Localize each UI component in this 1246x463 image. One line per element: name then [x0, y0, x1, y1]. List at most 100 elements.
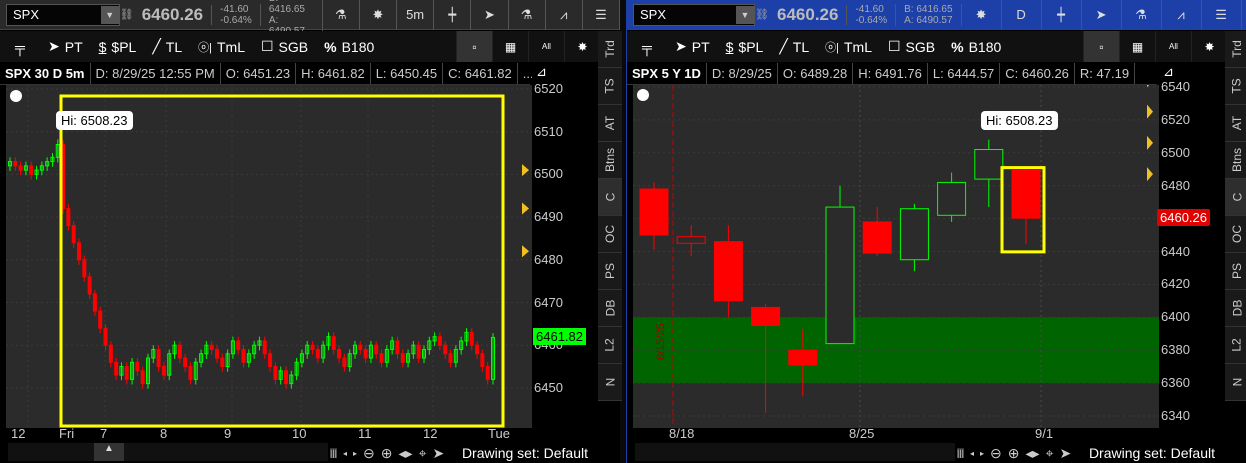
pt-button[interactable]: ➤ PT	[667, 38, 718, 55]
side-tab-oc[interactable]: OC	[598, 216, 622, 253]
percent-icon: %	[324, 38, 337, 55]
candle	[220, 357, 225, 368]
side-tab-db[interactable]: DB	[598, 290, 622, 327]
flask-button[interactable]: ⚗	[323, 0, 360, 30]
side-tab-btns[interactable]: Btns	[598, 142, 622, 179]
symbol-text: SPX	[13, 7, 40, 22]
drawings-button[interactable]: ⩘	[1162, 0, 1202, 30]
symbol-selector[interactable]: SPX ▼	[6, 3, 120, 26]
b180-button[interactable]: % B180	[943, 39, 1009, 55]
expand-icon[interactable]: ▲	[94, 443, 124, 461]
horizontal-scrollbar[interactable]	[635, 443, 955, 461]
crosshair-icon[interactable]: ⌖	[1046, 445, 1054, 462]
scroll-handle-icon[interactable]: |||	[330, 448, 338, 458]
side-tab-db[interactable]: DB	[1225, 290, 1246, 327]
sgb-button[interactable]: ☐ SGB	[880, 38, 943, 55]
flask-button[interactable]: ⚗	[1122, 0, 1162, 30]
side-tab-ps[interactable]: PS	[598, 253, 622, 290]
single-layout-button[interactable]: ▫	[456, 31, 492, 62]
side-tab-trd[interactable]: Trd	[1225, 31, 1246, 68]
link-icon[interactable]: ⛓	[120, 8, 134, 21]
chart-plot-area[interactable]	[633, 85, 1159, 428]
zoom-out-icon[interactable]: ⊖	[363, 445, 375, 462]
side-tab-n[interactable]: N	[1225, 364, 1246, 401]
side-tab-ts[interactable]: TS	[1225, 68, 1246, 105]
tml-button[interactable]: ⓞ| TmL	[817, 39, 880, 55]
candle	[183, 357, 188, 368]
chart-svg	[6, 85, 532, 428]
zoom-in-icon[interactable]: ⊕	[381, 445, 393, 462]
change-percent: -0.64%	[855, 14, 888, 26]
tl-button[interactable]: ╱ TL	[771, 38, 817, 55]
side-tab-trd[interactable]: Trd	[598, 31, 622, 68]
pt-button[interactable]: ➤ PT	[40, 38, 91, 55]
gear-button[interactable]: ✸	[962, 0, 1002, 30]
fit-icon[interactable]: ◂▸	[399, 445, 413, 462]
cursor-icon[interactable]: ➤	[1059, 445, 1071, 462]
sgb-button[interactable]: ☐ SGB	[253, 38, 316, 55]
side-tab-at[interactable]: AT	[598, 105, 622, 142]
menu-button[interactable]: ☰	[1202, 0, 1242, 30]
zoom-in-icon[interactable]: ⊕	[1008, 445, 1020, 462]
single-layout-button[interactable]: ▫	[1083, 31, 1119, 62]
side-tab-ps[interactable]: PS	[1225, 253, 1246, 290]
all-button[interactable]: All	[1155, 31, 1191, 62]
candle	[177, 344, 182, 359]
chevron-down-icon[interactable]: ▼	[100, 5, 119, 24]
autoscale-icon[interactable]: ⊿	[1163, 64, 1174, 80]
scroll-right-icon[interactable]: ▸	[353, 449, 357, 458]
b180-button[interactable]: % B180	[316, 39, 382, 55]
side-tab-c[interactable]: C	[1225, 179, 1246, 216]
grid-layout-button[interactable]: ▦	[492, 31, 528, 62]
cursor-button[interactable]: ➤	[1082, 0, 1122, 30]
crosshair-icon[interactable]: ⌖	[419, 445, 427, 462]
side-tab-l2[interactable]: L2	[598, 327, 622, 364]
side-tab-c[interactable]: C	[598, 179, 622, 216]
chevron-down-icon[interactable]: ▼	[736, 5, 754, 24]
pin-button[interactable]: ╤	[0, 39, 40, 55]
candles-button[interactable]: ┿	[1042, 0, 1082, 30]
side-tab-btns[interactable]: Btns	[1225, 142, 1246, 179]
scroll-handle-icon[interactable]: |||	[957, 448, 965, 458]
symbol-selector[interactable]: SPX ▼	[633, 3, 755, 26]
5m-button[interactable]: 5m	[397, 0, 435, 30]
scroll-left-icon[interactable]: ◂	[343, 449, 347, 458]
autoscale-icon[interactable]: ⊿	[536, 64, 547, 80]
tl-button[interactable]: ╱ TL	[144, 38, 190, 55]
tml-button[interactable]: ⓞ| TmL	[190, 39, 253, 55]
link-icon[interactable]: ⛓	[755, 8, 769, 21]
price-tick: 6400	[1161, 309, 1190, 325]
gear-button[interactable]: ✸	[360, 0, 398, 30]
scroll-left-icon[interactable]: ◂	[970, 449, 974, 458]
drawings-button[interactable]: ⩘	[546, 0, 583, 30]
drawing-toolbar: ╤ ➤ PT $ $PL ╱ TL ⓞ| TmL ☐ SGB % B180 ▫ ▦ All …	[0, 31, 600, 62]
side-tab-at[interactable]: AT	[1225, 105, 1246, 142]
zoom-out-icon[interactable]: ⊖	[990, 445, 1002, 462]
cursor-icon[interactable]: ➤	[432, 445, 444, 462]
spl-button[interactable]: $ $PL	[718, 39, 772, 55]
side-tab-l2[interactable]: L2	[1225, 327, 1246, 364]
d-button[interactable]: D	[1002, 0, 1042, 30]
tl-label: TL	[165, 38, 183, 55]
all-button[interactable]: All	[528, 31, 564, 62]
settings-button[interactable]: ✸	[1191, 31, 1227, 62]
fit-icon[interactable]: ◂▸	[1026, 445, 1040, 462]
candle	[443, 344, 448, 355]
chart-plot-area[interactable]	[6, 85, 532, 428]
pin-button[interactable]: ╤	[627, 39, 667, 55]
drawing-set-label[interactable]: Drawing set: Default	[1089, 445, 1215, 461]
horizontal-scrollbar[interactable]: ▲	[8, 443, 328, 461]
side-tab-ts[interactable]: TS	[598, 68, 622, 105]
settings-button[interactable]: ✸	[564, 31, 600, 62]
scroll-right-icon[interactable]: ▸	[980, 449, 984, 458]
grid-layout-button[interactable]: ▦	[1119, 31, 1155, 62]
side-tab-oc[interactable]: OC	[1225, 216, 1246, 253]
side-tab-n[interactable]: N	[598, 364, 622, 401]
menu-button[interactable]: ☰	[583, 0, 621, 30]
cursor-button[interactable]: ➤	[471, 0, 509, 30]
candles-button[interactable]: ┿	[434, 0, 472, 30]
dollar-icon: $	[98, 38, 107, 55]
spl-button[interactable]: $ $PL	[91, 39, 145, 55]
drawing-set-label[interactable]: Drawing set: Default	[462, 445, 588, 461]
flask-button[interactable]: ⚗	[509, 0, 546, 30]
